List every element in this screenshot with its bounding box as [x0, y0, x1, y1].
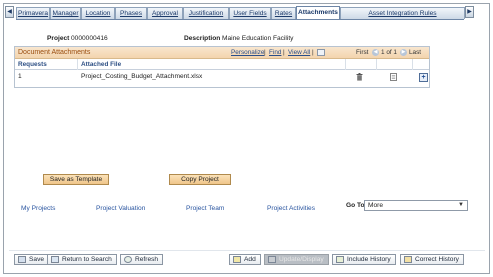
- correct-history-label: Correct History: [415, 256, 459, 263]
- include-history-button[interactable]: Include History: [332, 254, 396, 265]
- refresh-label: Refresh: [135, 256, 159, 263]
- request-cell: 1: [18, 73, 22, 80]
- correct-history-icon: [404, 256, 412, 263]
- tab-phases[interactable]: Phases: [115, 7, 147, 19]
- grid-title: Document Attachments: [18, 49, 91, 56]
- column-header-attached-file: Attached File: [81, 61, 122, 68]
- refresh-button[interactable]: Refresh: [120, 254, 164, 265]
- add-label: Add: [244, 256, 256, 263]
- include-history-icon: [336, 256, 344, 263]
- separator: |: [264, 49, 266, 56]
- add-icon: [233, 256, 241, 263]
- column-header-requests: Requests: [18, 61, 47, 68]
- add-row-button[interactable]: +: [419, 73, 428, 82]
- last-label[interactable]: Last: [409, 49, 421, 56]
- tab-primavera[interactable]: Primavera: [16, 7, 50, 19]
- save-as-template-button[interactable]: Save as Template: [43, 174, 109, 185]
- attached-file-cell[interactable]: Project_Costing_Budget_Attachment.xlsx: [81, 73, 202, 80]
- goto-select[interactable]: More ▼: [364, 200, 468, 211]
- document-attachments-grid: Document Attachments Personalize | Find …: [14, 46, 430, 88]
- save-button-label: Save: [29, 256, 45, 263]
- description-label: Description: [184, 35, 221, 42]
- separator: |: [312, 49, 314, 56]
- view-all-link[interactable]: View All: [288, 49, 310, 56]
- tab-rates[interactable]: Rates: [271, 7, 296, 19]
- update-display-label: Update/Display: [279, 256, 324, 263]
- row-counter: 1 of 1: [381, 49, 397, 56]
- page-frame: [3, 3, 490, 274]
- my-projects-link[interactable]: My Projects: [21, 205, 55, 212]
- separator: |: [283, 49, 285, 56]
- tab-scroll-left-button[interactable]: ◀: [5, 6, 14, 18]
- table-row: 1 Project_Costing_Budget_Attachment.xlsx: [15, 70, 429, 83]
- include-history-label: Include History: [347, 256, 391, 263]
- copy-project-button[interactable]: Copy Project: [169, 174, 231, 185]
- tab-approval[interactable]: Approval: [147, 7, 183, 19]
- tab-attachments[interactable]: Attachments: [296, 6, 340, 19]
- refresh-icon: [124, 256, 132, 263]
- update-display-button[interactable]: Update/Display: [264, 254, 329, 265]
- save-button[interactable]: Save: [14, 254, 50, 265]
- add-button[interactable]: Add: [229, 254, 261, 265]
- return-to-search-button[interactable]: Return to Search: [47, 254, 117, 265]
- goto-selected-value: More: [368, 202, 384, 209]
- tab-user-fields[interactable]: User Fields: [229, 7, 271, 19]
- tab-baseline: [16, 19, 464, 20]
- goto-label: Go To: [346, 202, 365, 209]
- return-to-search-label: Return to Search: [62, 256, 112, 263]
- project-valuation-link[interactable]: Project Valuation: [96, 205, 145, 212]
- bottom-toolbar: Save Return to Search Refresh Add Update…: [9, 250, 485, 266]
- find-link[interactable]: Find: [269, 49, 281, 56]
- next-arrow-icon[interactable]: ▶: [400, 49, 407, 56]
- view-document-icon[interactable]: [390, 73, 398, 81]
- update-display-icon: [268, 256, 276, 263]
- personalize-link[interactable]: Personalize: [231, 49, 264, 56]
- save-icon: [18, 256, 26, 263]
- previous-arrow-icon[interactable]: ◀: [372, 49, 379, 56]
- tab-scroll-right-button[interactable]: ▶: [465, 6, 474, 18]
- first-label[interactable]: First: [356, 49, 368, 56]
- download-icon[interactable]: [317, 49, 325, 56]
- return-icon: [51, 256, 59, 263]
- grid-title-bar: Document Attachments Personalize | Find …: [15, 47, 429, 59]
- description-value: Maine Education Facility: [222, 35, 294, 42]
- chevron-down-icon: ▼: [458, 202, 464, 208]
- tab-justification[interactable]: Justification: [183, 7, 229, 19]
- delete-trash-icon[interactable]: [356, 73, 363, 81]
- tab-asset-integration-rules[interactable]: Asset Integration Rules: [340, 7, 465, 19]
- tab-location[interactable]: Location: [81, 7, 115, 19]
- tab-bar: ◀ Primavera Manager Location Phases Appr…: [4, 6, 474, 20]
- project-team-link[interactable]: Project Team: [186, 205, 224, 212]
- project-label: Project: [47, 35, 70, 42]
- tab-manager[interactable]: Manager: [50, 7, 81, 19]
- project-activities-link[interactable]: Project Activities: [267, 205, 315, 212]
- project-value: 0000000416: [71, 35, 108, 42]
- correct-history-button[interactable]: Correct History: [400, 254, 464, 265]
